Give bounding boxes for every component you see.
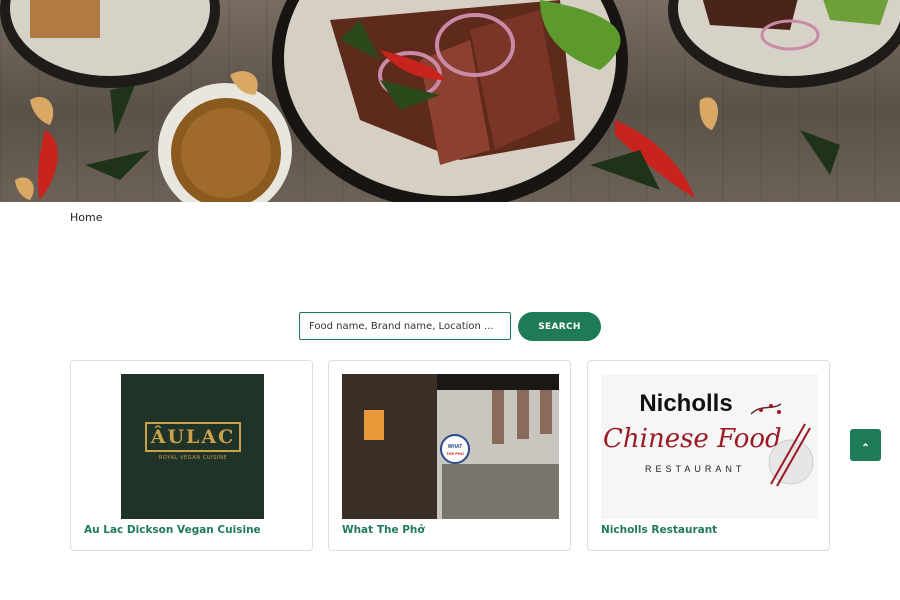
restaurant-logo-image[interactable]: ÂULAC ROYAL VEGAN CUISINE [121, 374, 264, 519]
chevron-up-icon [863, 443, 868, 447]
sign-text-bottom: THE PHO [446, 451, 464, 456]
restaurant-logo-image[interactable]: Nicholls Chinese Food RESTAURANT [601, 374, 818, 519]
sign-text-top: WHAT [448, 444, 463, 450]
breadcrumb: Home [70, 211, 102, 224]
search-button[interactable]: SEARCH [518, 312, 601, 341]
restaurant-photo-image[interactable]: WHAT THE PHO [342, 374, 559, 519]
hero-banner [0, 0, 900, 202]
search-input[interactable] [299, 312, 511, 340]
chopsticks-plate-icon [750, 403, 814, 487]
restaurant-card[interactable]: ÂULAC ROYAL VEGAN CUISINE Au Lac Dickson… [70, 360, 313, 551]
storefront-photo: WHAT THE PHO [342, 374, 559, 519]
back-to-top-button[interactable] [850, 429, 881, 461]
breadcrumb-home-link[interactable]: Home [70, 211, 102, 224]
aulac-logo-subtext: ROYAL VEGAN CUISINE [158, 455, 228, 461]
aulac-logo-text: ÂULAC [145, 422, 241, 452]
restaurant-card[interactable]: WHAT THE PHO What The Phở [328, 360, 571, 551]
restaurant-name-link[interactable]: What The Phở [342, 524, 425, 536]
restaurant-name-link[interactable]: Au Lac Dickson Vegan Cuisine [84, 524, 261, 536]
food-banner-image [0, 0, 900, 202]
restaurant-card[interactable]: Nicholls Chinese Food RESTAURANT Nicholl… [587, 360, 830, 551]
restaurant-name-link[interactable]: Nicholls Restaurant [601, 524, 717, 536]
